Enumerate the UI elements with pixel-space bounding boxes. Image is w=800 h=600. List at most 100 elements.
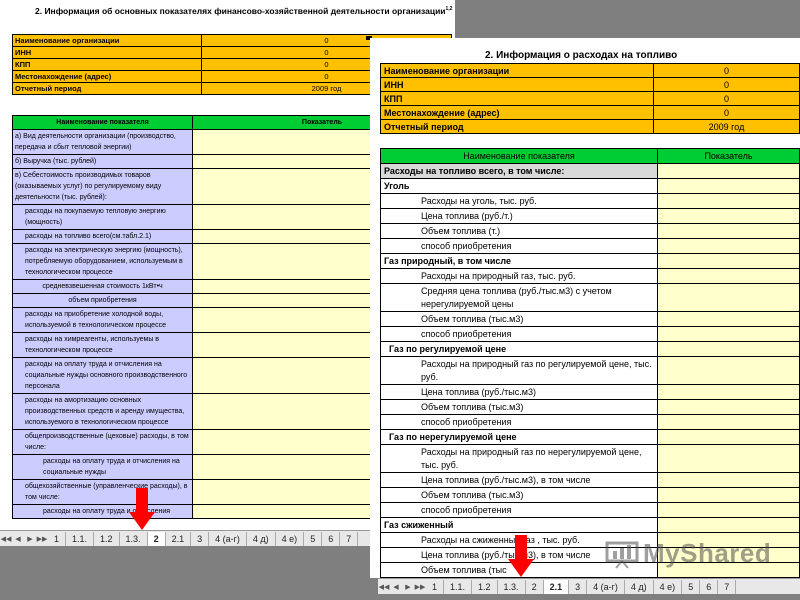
sheet-tab[interactable]: 5 bbox=[682, 579, 701, 594]
back-row-label[interactable]: расходы на амортизацию основных производ… bbox=[12, 393, 193, 430]
sheet-tab[interactable]: 4 е) bbox=[276, 531, 305, 546]
back-row-label[interactable]: объем приобретения bbox=[12, 293, 193, 308]
sheet-tab[interactable]: 1 bbox=[426, 579, 445, 594]
sheet-tab[interactable]: 6 bbox=[322, 531, 341, 546]
front-row-label[interactable]: Газ по нерегулируемой цене bbox=[380, 429, 658, 445]
front-info-label[interactable]: ИНН bbox=[380, 77, 654, 92]
front-row-value-cell[interactable] bbox=[657, 399, 800, 415]
sheet-tab[interactable]: 1.3. bbox=[498, 579, 526, 594]
front-row-label[interactable]: Объем топлива (тыс.м3) bbox=[380, 399, 658, 415]
back-row-label[interactable]: расходы на оплату труда и отчисления bbox=[12, 504, 193, 519]
back-info-label[interactable]: КПП bbox=[12, 58, 202, 71]
sheet-tab[interactable]: 2.1 bbox=[543, 579, 570, 594]
front-row-label[interactable]: Цена топлива (руб./тыс.м3), в том числе bbox=[380, 472, 658, 488]
back-row-label[interactable]: общепроизводственные (цеховые) расходы, … bbox=[12, 429, 193, 455]
back-row-label[interactable]: расходы на оплату труда и отчисления на … bbox=[12, 357, 193, 394]
back-row-label[interactable]: расходы на химреагенты, используемы в те… bbox=[12, 332, 193, 358]
front-row-value-cell[interactable] bbox=[657, 356, 800, 385]
sheet-tab[interactable]: 1.3. bbox=[120, 531, 148, 546]
front-row-value-cell[interactable] bbox=[657, 384, 800, 400]
front-row-value-cell[interactable] bbox=[657, 193, 800, 209]
sheet-tab[interactable]: 3 bbox=[191, 531, 210, 546]
front-row-label[interactable]: Цена топлива (руб./т.) bbox=[380, 208, 658, 224]
tab-scroll-arrow-icon[interactable]: ◀◀ bbox=[0, 531, 12, 546]
front-info-value[interactable]: 2009 год bbox=[653, 119, 800, 134]
front-row-value-cell[interactable] bbox=[657, 429, 800, 445]
back-row-label[interactable]: расходы на оплату труда и отчисления на … bbox=[12, 454, 193, 480]
front-row-label[interactable]: способ приобретения bbox=[380, 326, 658, 342]
front-row-label[interactable]: Расходы на уголь, тыс. руб. bbox=[380, 193, 658, 209]
front-row-label[interactable]: Газ природный, в том числе bbox=[380, 253, 658, 269]
sheet-tab[interactable]: 1 bbox=[48, 531, 67, 546]
front-row-value-cell[interactable] bbox=[657, 487, 800, 503]
sheet-tab[interactable]: 1.2 bbox=[472, 579, 498, 594]
back-row-label[interactable]: расходы на покупаемую тепловую энергию (… bbox=[12, 204, 193, 230]
front-info-value[interactable]: 0 bbox=[653, 105, 800, 120]
sheet-tab[interactable]: 3 bbox=[569, 579, 588, 594]
front-row-value-cell[interactable] bbox=[657, 163, 800, 179]
front-row-value-cell[interactable] bbox=[657, 238, 800, 254]
back-info-label[interactable]: Наименование организации bbox=[12, 34, 202, 47]
tab-scroll-arrow-icon[interactable]: ▶ bbox=[402, 579, 414, 594]
front-row-label[interactable]: Расходы на природный газ по нерегулируем… bbox=[380, 444, 658, 473]
back-row-label[interactable]: б) Выручка (тыс. рублей) bbox=[12, 154, 193, 169]
front-info-label[interactable]: Наименование организации bbox=[380, 63, 654, 78]
back-row-label[interactable]: общехозяйственные (управленческие расход… bbox=[12, 479, 193, 505]
front-row-value-cell[interactable] bbox=[657, 178, 800, 194]
sheet-tab[interactable]: 2 bbox=[147, 531, 166, 546]
front-row-value-cell[interactable] bbox=[657, 253, 800, 269]
tab-scroll-arrow-icon[interactable]: ▶ bbox=[24, 531, 36, 546]
front-info-value[interactable]: 0 bbox=[653, 77, 800, 92]
sheet-tab[interactable]: 7 bbox=[340, 531, 359, 546]
front-row-label[interactable]: Расходы на природный газ по регулируемой… bbox=[380, 356, 658, 385]
sheet-tab[interactable]: 4 е) bbox=[654, 579, 683, 594]
front-row-value-cell[interactable] bbox=[657, 414, 800, 430]
front-row-label[interactable]: Уголь bbox=[380, 178, 658, 194]
sheet-tab[interactable]: 5 bbox=[304, 531, 323, 546]
tab-scroll-arrow-icon[interactable]: ◀◀ bbox=[378, 579, 390, 594]
sheet-tab[interactable]: 1.1. bbox=[444, 579, 473, 594]
tab-scroll-arrow-icon[interactable]: ◀ bbox=[390, 579, 402, 594]
front-row-label[interactable]: Цена топлива (руб./тыс.м3) bbox=[380, 384, 658, 400]
front-row-label[interactable]: Расходы на природный газ, тыс. руб. bbox=[380, 268, 658, 284]
sheet-tab[interactable]: 4 (а-г) bbox=[587, 579, 625, 594]
front-row-label[interactable]: Газ сжиженный bbox=[380, 517, 658, 533]
front-row-label[interactable]: способ приобретения bbox=[380, 502, 658, 518]
front-row-value-cell[interactable] bbox=[657, 472, 800, 488]
back-info-label[interactable]: Отчетный период bbox=[12, 82, 202, 95]
sheet-tab[interactable]: 2.1 bbox=[166, 531, 192, 546]
front-info-label[interactable]: Отчетный период bbox=[380, 119, 654, 134]
sheet-tab[interactable]: 2 bbox=[526, 579, 544, 594]
front-header-value[interactable]: Показатель bbox=[657, 148, 800, 164]
sheet-tab[interactable]: 1.1. bbox=[66, 531, 95, 546]
back-row-label[interactable]: средневзвешенная стоимость 1кВт•ч bbox=[12, 279, 193, 294]
front-row-value-cell[interactable] bbox=[657, 502, 800, 518]
front-row-value-cell[interactable] bbox=[657, 341, 800, 357]
front-row-label[interactable]: способ приобретения bbox=[380, 238, 658, 254]
back-row-label[interactable]: а) Вид деятельности организации (произво… bbox=[12, 129, 193, 155]
back-info-label[interactable]: Местонахождение (адрес) bbox=[12, 70, 202, 83]
sheet-tab[interactable]: 4 д) bbox=[625, 579, 654, 594]
front-row-value-cell[interactable] bbox=[657, 444, 800, 473]
back-row-label[interactable]: расходы на приобретение холодной воды, и… bbox=[12, 307, 193, 333]
front-info-value[interactable]: 0 bbox=[653, 91, 800, 106]
sheet-tab[interactable]: 7 bbox=[718, 579, 737, 594]
sheet-tab[interactable]: 4 д) bbox=[247, 531, 276, 546]
front-row-label[interactable]: Объем топлива (тыс.м3) bbox=[380, 311, 658, 327]
front-info-label[interactable]: Местонахождение (адрес) bbox=[380, 105, 654, 120]
back-info-label[interactable]: ИНН bbox=[12, 46, 202, 59]
front-row-value-cell[interactable] bbox=[657, 268, 800, 284]
front-info-value[interactable]: 0 bbox=[653, 63, 800, 78]
tab-scroll-arrow-icon[interactable]: ▶▶ bbox=[36, 531, 48, 546]
tab-scroll-arrow-icon[interactable]: ◀ bbox=[12, 531, 24, 546]
front-row-value-cell[interactable] bbox=[657, 326, 800, 342]
front-row-label[interactable]: Средняя цена топлива (руб./тыс.м3) с уче… bbox=[380, 283, 658, 312]
back-row-label[interactable]: расходы на электрическую энергию (мощнос… bbox=[12, 243, 193, 280]
front-row-value-cell[interactable] bbox=[657, 311, 800, 327]
front-row-value-cell[interactable] bbox=[657, 517, 800, 533]
front-row-value-cell[interactable] bbox=[657, 283, 800, 312]
front-row-label[interactable]: способ приобретения bbox=[380, 414, 658, 430]
front-row-label[interactable]: Газ по регулируемой цене bbox=[380, 341, 658, 357]
back-row-label[interactable]: расходы на топливо всего(см.табл.2.1) bbox=[12, 229, 193, 244]
back-row-label[interactable]: в) Себестоимость производимых товаров (о… bbox=[12, 168, 193, 205]
